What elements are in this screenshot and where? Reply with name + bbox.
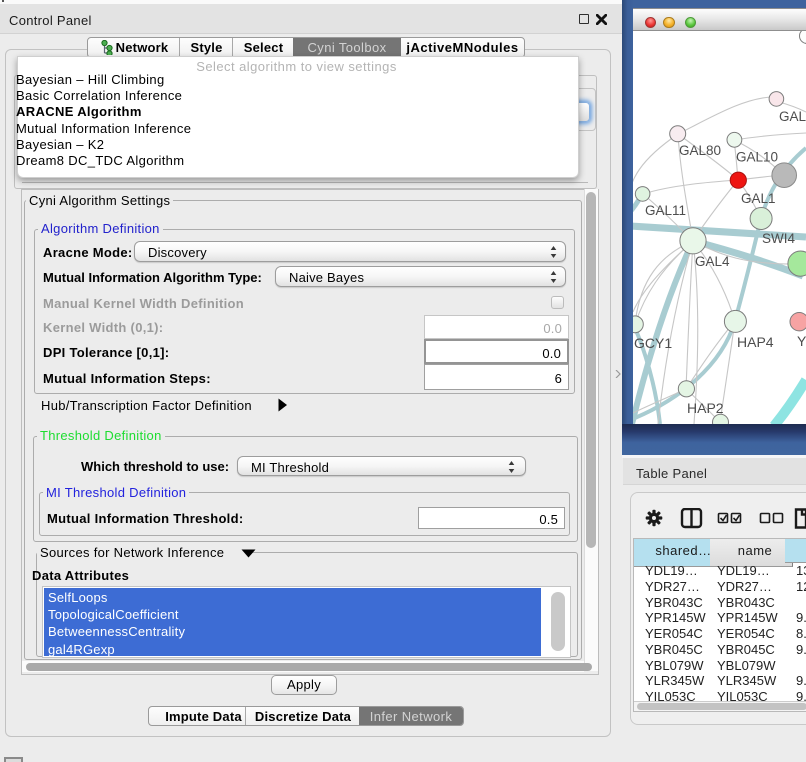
svg-text:GAL4: GAL4 (695, 254, 730, 269)
svg-text:Y: Y (797, 333, 806, 349)
svg-text:HAP2: HAP2 (687, 400, 724, 416)
svg-text:GAL11: GAL11 (645, 203, 686, 218)
svg-text:HAP4: HAP4 (737, 334, 774, 350)
svg-text:GAL7: GAL7 (779, 109, 806, 124)
svg-text:GAL1: GAL1 (741, 191, 776, 206)
svg-text:GCY1: GCY1 (634, 335, 672, 351)
svg-text:GAL10: GAL10 (736, 150, 778, 165)
svg-text:GAL80: GAL80 (679, 143, 721, 158)
svg-text:SWI4: SWI4 (762, 231, 795, 246)
